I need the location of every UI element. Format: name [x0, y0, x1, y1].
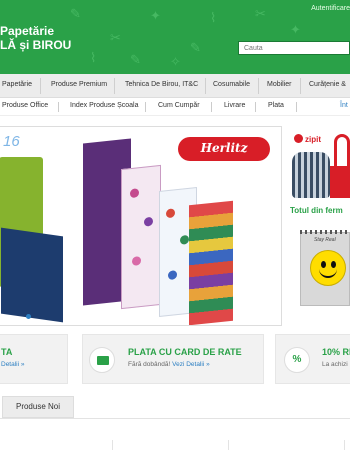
side-promo-caption: Totul din ferm — [290, 206, 343, 215]
subnav-divider — [211, 102, 212, 112]
zipit-logo-icon — [294, 134, 303, 143]
nav-item-curatenie[interactable]: Curățenie & — [309, 81, 346, 88]
info-strip: TA Detalii » PLATA CU CARD DE RATE Fără … — [0, 334, 350, 386]
subnav-divider — [255, 102, 256, 112]
subnav-cum-cumpar[interactable]: Cum Cumpăr — [158, 102, 200, 109]
secondary-nav: Produse Office Index Produse Școala Cum … — [0, 98, 350, 116]
smiley-eye — [321, 261, 326, 268]
info-card-discount[interactable]: % 10% RE La achizi — [275, 334, 350, 384]
site-header: ✎ ✂ ✦ ✎ ⌇ ✂ ✦ ✎ ✧ ⌇ Autentificare Papetă… — [0, 0, 350, 74]
hero-banner[interactable]: 16 Herlitz — [0, 126, 282, 326]
info-card-1-link[interactable]: Detalii » — [1, 361, 24, 368]
flower-decoration — [132, 256, 141, 266]
info-card-rate-link[interactable]: Vezi Detalii » — [172, 361, 210, 368]
banner-year-text: 16 — [3, 133, 20, 150]
star-doodle-icon: ✧ — [170, 54, 181, 69]
info-card-rate-sub: Fără dobândă! Vezi Detalii » — [128, 361, 210, 368]
subnav-produse-office[interactable]: Produse Office — [2, 102, 48, 109]
herlitz-logo: Herlitz — [178, 137, 270, 161]
info-card-1[interactable]: TA Detalii » — [0, 334, 68, 384]
tab-underline — [0, 418, 350, 419]
smiley-icon — [310, 250, 346, 286]
smiley-eye — [331, 261, 336, 268]
clip-doodle-icon: ⌇ — [90, 50, 97, 65]
nav-item-tehnica-de-birou[interactable]: Tehnica De Birou, IT&C — [125, 81, 198, 88]
star-doodle-icon: ✦ — [290, 22, 301, 37]
card-payment-icon-shape — [97, 356, 109, 365]
pink-notebook-image — [121, 164, 161, 310]
card-payment-icon — [89, 347, 115, 373]
nav-divider — [258, 78, 259, 94]
grid-divider — [112, 440, 113, 450]
clip-doodle-icon: ⌇ — [210, 10, 217, 25]
notebook-text: Stay Real — [314, 237, 336, 243]
nav-item-mobilier[interactable]: Mobilier — [267, 81, 292, 88]
info-card-rate-title: PLATA CU CARD DE RATE — [128, 347, 242, 357]
nav-item-produse-premium[interactable]: Produse Premium — [51, 81, 107, 88]
subnav-intrebari[interactable]: Înt — [340, 102, 348, 109]
subnav-divider — [145, 102, 146, 112]
info-card-rate[interactable]: PLATA CU CARD DE RATE Fără dobândă! Vezi… — [82, 334, 264, 384]
pencil-doodle-icon: ✎ — [70, 6, 81, 21]
info-card-1-sub: Detalii » — [1, 361, 24, 368]
herlitz-logo-text: Herlitz — [200, 141, 248, 155]
pencil-doodle-icon: ✎ — [190, 40, 201, 55]
zipit-logo: zipit — [294, 134, 321, 144]
nav-item-cosumabile[interactable]: Cosumabile — [213, 81, 250, 88]
tab-new-products[interactable]: Produse Noi — [2, 396, 74, 418]
red-bag-image — [330, 166, 350, 198]
grid-divider — [228, 440, 229, 450]
flower-decoration — [144, 216, 153, 227]
subnav-divider — [296, 102, 297, 112]
page: ✎ ✂ ✦ ✎ ⌇ ✂ ✦ ✎ ✧ ⌇ Autentificare Papetă… — [0, 0, 350, 450]
discount-icon-glyph: % — [292, 354, 302, 365]
info-card-discount-sub: La achizi — [322, 361, 348, 368]
notebook-spiral — [300, 230, 350, 234]
info-card-rate-text: Fără dobândă! — [128, 361, 171, 368]
site-logo[interactable]: Papetărie LĂ și BIROU — [0, 24, 71, 52]
logo-line-1: Papetărie — [0, 24, 55, 38]
nav-divider — [205, 78, 206, 94]
flower-decoration — [168, 270, 177, 281]
nav-divider — [300, 78, 301, 94]
grid-divider — [344, 440, 345, 450]
flower-decoration — [180, 234, 189, 245]
navy-agenda-image — [1, 227, 63, 323]
nav-divider — [40, 78, 41, 94]
flower-decoration — [130, 188, 139, 199]
subnav-livrare[interactable]: Livrare — [224, 102, 245, 109]
flower-decoration — [166, 208, 175, 219]
star-doodle-icon: ✦ — [150, 8, 161, 23]
subnav-divider — [58, 102, 59, 112]
side-promo[interactable]: zipit Totul din ferm Stay Real — [286, 126, 350, 326]
info-card-1-title: TA — [1, 347, 13, 357]
discount-icon: % — [284, 347, 310, 373]
backpack-image — [292, 152, 330, 198]
striped-notebook-image — [189, 200, 233, 325]
search-input[interactable] — [238, 41, 350, 55]
subnav-plata[interactable]: Plata — [268, 102, 284, 109]
pencil-doodle-icon: ✎ — [130, 52, 141, 67]
main-nav: Papetărie Produse Premium Tehnica De Bir… — [0, 74, 350, 98]
smiley-mouth — [319, 269, 337, 278]
scissors-doodle-icon: ✂ — [110, 30, 121, 45]
slider-dot[interactable] — [26, 314, 31, 319]
nav-divider — [114, 78, 115, 94]
scissors-doodle-icon: ✂ — [255, 6, 266, 21]
nav-item-papetarie[interactable]: Papetărie — [2, 81, 32, 88]
info-card-discount-title: 10% RE — [322, 347, 350, 357]
subnav-index-produse-scoala[interactable]: Index Produse Școala — [70, 102, 139, 109]
logo-line-2: LĂ și BIROU — [0, 38, 72, 52]
zipit-logo-text: zipit — [305, 135, 321, 144]
login-link[interactable]: Autentificare — [311, 5, 350, 12]
